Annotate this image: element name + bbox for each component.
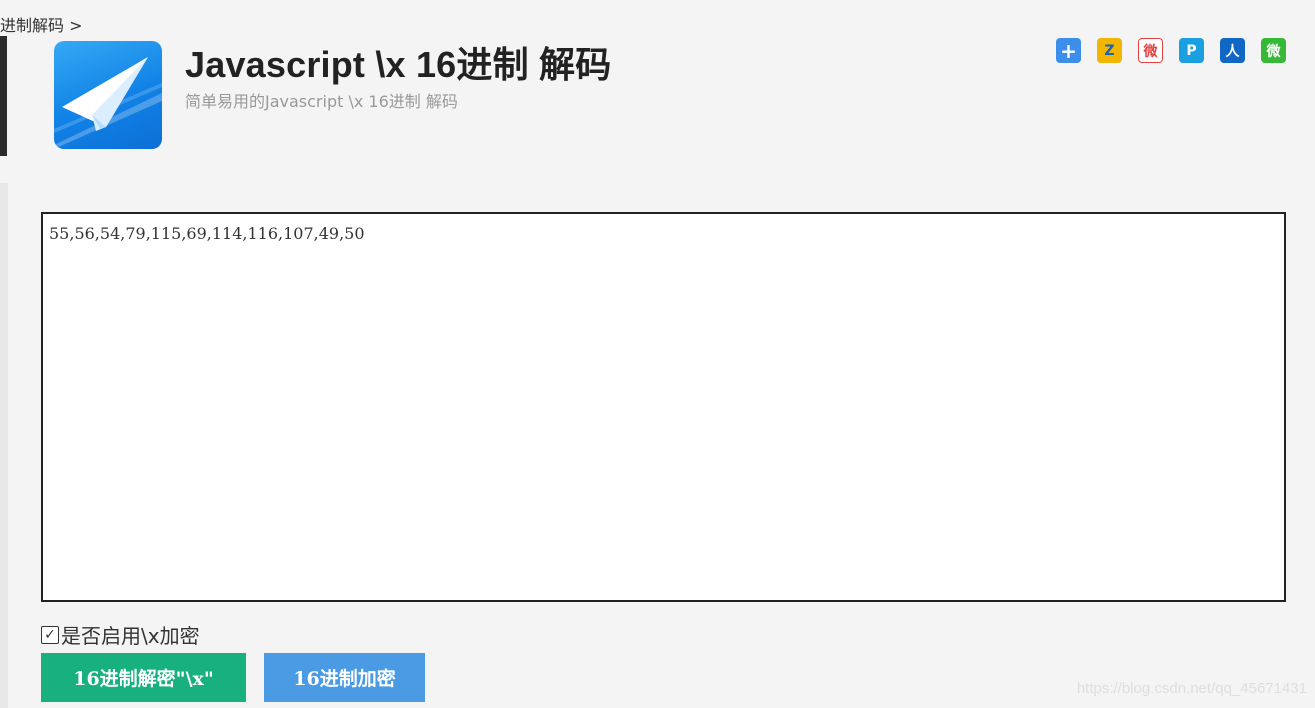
- code-input-textarea[interactable]: 55,56,54,79,115,69,114,116,107,49,50: [41, 212, 1286, 602]
- enable-x-encrypt-option[interactable]: ✓ 是否启用\x加密: [41, 620, 200, 649]
- breadcrumb[interactable]: 进制解码 >: [0, 12, 83, 36]
- left-edge-strip: [0, 183, 8, 708]
- enable-x-checkbox[interactable]: ✓: [41, 625, 59, 644]
- share-renren-icon[interactable]: 人: [1220, 38, 1245, 63]
- enable-x-label: 是否启用\x加密: [61, 624, 200, 648]
- watermark-text: https://blog.csdn.net/qq_45671431: [1076, 680, 1307, 697]
- share-weibo-icon[interactable]: 微: [1138, 38, 1163, 63]
- left-edge-bar: [0, 36, 7, 156]
- page-title: Javascript \x 16进制 解码: [185, 44, 612, 85]
- share-qzone-icon[interactable]: Z: [1097, 38, 1122, 63]
- share-pengyou-icon[interactable]: P: [1179, 38, 1204, 63]
- paper-plane-app-icon: [54, 41, 162, 149]
- hex-decode-button[interactable]: 16进制解密"\x": [41, 653, 246, 702]
- paper-plane-icon: [54, 57, 162, 149]
- share-bar: + Z 微 P 人 微: [1056, 38, 1286, 63]
- page-subtitle: 简单易用的Javascript \x 16进制 解码: [185, 92, 458, 111]
- hex-encode-button[interactable]: 16进制加密: [264, 653, 425, 702]
- share-wechat-icon[interactable]: 微: [1261, 38, 1286, 63]
- share-more-icon[interactable]: +: [1056, 38, 1081, 63]
